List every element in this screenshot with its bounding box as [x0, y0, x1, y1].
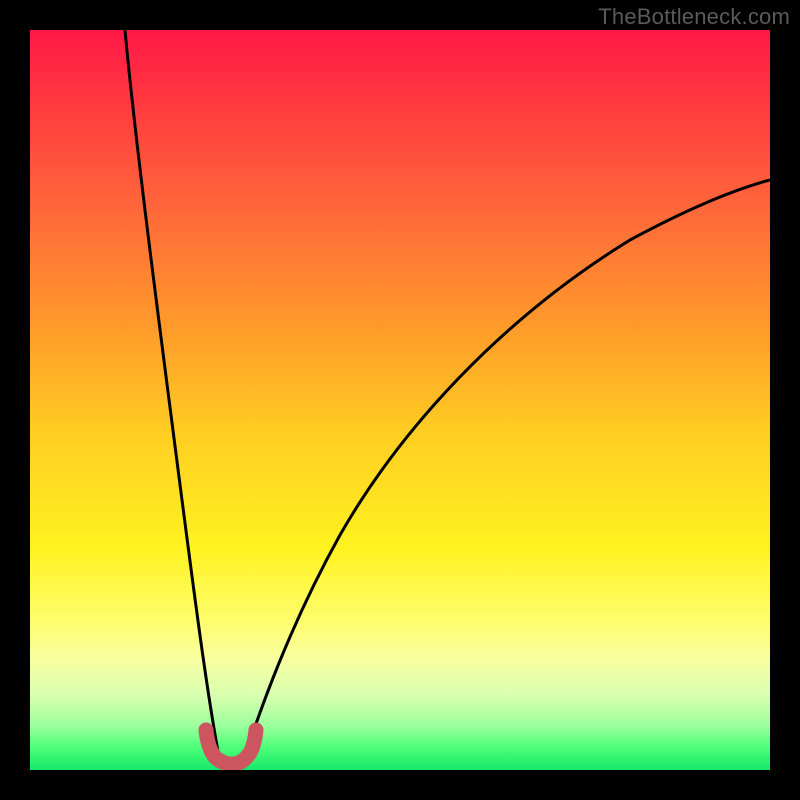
- left-branch: [125, 30, 220, 762]
- plot-area: [30, 30, 770, 770]
- watermark: TheBottleneck.com: [598, 4, 790, 30]
- curve-layer: [30, 30, 770, 770]
- right-branch: [243, 180, 770, 762]
- chart-frame: TheBottleneck.com: [0, 0, 800, 800]
- valley-marker: [206, 730, 256, 764]
